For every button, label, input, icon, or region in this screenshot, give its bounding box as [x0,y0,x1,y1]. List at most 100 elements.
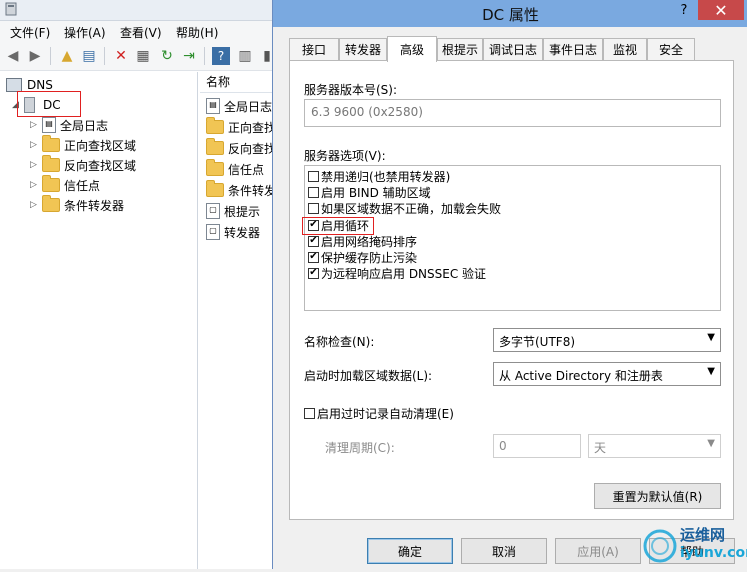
tree-item-reverse-zones[interactable]: ▷ 反向查找区域 [30,155,137,174]
server-options-label: 服务器选项(V): [304,149,386,163]
close-button[interactable]: ✕ [698,0,744,20]
forward-icon[interactable]: ▶ [26,47,44,65]
checkbox[interactable] [308,170,319,182]
back-icon[interactable]: ◀ [4,47,22,65]
toolbar-separator [50,47,51,65]
cleanup-period-input[interactable]: 0 [493,434,581,458]
option-bind-secondaries[interactable]: 启用 BIND 辅助区域 [308,184,431,200]
list-item-label: 正向查找 [228,120,277,135]
advanced-tab-panel: 服务器版本号(S): 6.3 9600 (0x2580) 服务器选项(V): 禁… [289,60,734,520]
server-options-list: 禁用递归(也禁用转发器) 启用 BIND 辅助区域 如果区域数据不正确，加载会失… [304,165,721,311]
collapsed-arrow-icon[interactable]: ▷ [30,160,42,170]
apply-button[interactable]: 应用(A) [555,538,641,564]
chevron-down-icon: ▼ [707,332,715,343]
option-netmask-ordering[interactable]: ✔ 启用网络掩码排序 [308,233,417,249]
log-icon: ▤ [42,117,56,133]
folder-icon [206,117,224,134]
list-item[interactable]: ▤ 全局日志 [206,96,272,116]
tab-security[interactable]: 安全 [647,38,695,60]
collapsed-arrow-icon[interactable]: ▷ [30,180,42,190]
menu-file[interactable]: 文件(F) [10,24,50,41]
tab-root-hints[interactable]: 根提示 [437,38,483,60]
option-fail-on-load[interactable]: 如果区域数据不正确，加载会失败 [308,200,501,216]
folder-icon [42,155,60,172]
site-watermark: 运维网 iyunv.com [640,520,747,569]
option-dnssec-validation[interactable]: ✔ 为远程响应启用 DNSSEC 验证 [308,265,486,281]
up-folder-icon[interactable]: ▲ [58,47,76,65]
tab-event-logging[interactable]: 事件日志 [543,38,603,60]
tab-interfaces[interactable]: 接口 [289,38,339,60]
tree-item-global-log[interactable]: ▷ ▤ 全局日志 [30,116,108,134]
tree-item-label: 正向查找区域 [64,138,137,153]
refresh-icon[interactable]: ↻ [158,47,176,65]
list-item[interactable]: 正向查找 [206,117,276,137]
option-label: 启用过时记录自动清理(E) [317,406,454,421]
option-disable-recursion[interactable]: 禁用递归(也禁用转发器) [308,168,450,184]
tree-item-trust-points[interactable]: ▷ 信任点 [30,175,100,194]
checkbox-checked[interactable]: ✔ [308,267,319,279]
toolbar-separator [104,47,105,65]
collapsed-arrow-icon[interactable]: ▷ [30,140,42,150]
dc-highlight-box [17,91,81,117]
ok-button[interactable]: 确定 [367,538,453,564]
tab-monitoring[interactable]: 监视 [603,38,647,60]
collapsed-arrow-icon[interactable]: ▷ [30,200,42,210]
title-help-button[interactable]: ? [671,0,697,20]
load-zone-data-select[interactable]: 从 Active Directory 和注册表 ▼ [493,362,721,386]
root-hints-icon: ▢ [206,203,220,219]
watermark-line1: 运维网 [680,526,726,544]
folder-icon [42,175,60,192]
details-pane: 名称 ▤ 全局日志 正向查找 反向查找 信任点 条件转发 ▢ 根提示 ▢ 转发器 [200,72,280,569]
help-icon[interactable]: ? [212,47,230,65]
checkbox-checked[interactable]: ✔ [308,251,319,263]
chevron-down-icon: ▼ [707,366,715,377]
name-checking-label: 名称检查(N): [304,335,375,349]
delete-icon[interactable]: ✕ [112,47,130,65]
list-item-label: 反向查找 [228,141,277,156]
dns-icon [6,78,22,92]
tab-debug-logging[interactable]: 调试日志 [483,38,543,60]
reset-to-default-button[interactable]: 重置为默认值(R) [594,483,721,509]
name-checking-select[interactable]: 多字节(UTF8) ▼ [493,328,721,352]
dns-manager-titlebar [0,0,280,21]
checkbox[interactable] [308,202,319,214]
cancel-button[interactable]: 取消 [461,538,547,564]
tree-item-label: 全局日志 [60,118,109,133]
tab-forwarders[interactable]: 转发器 [339,38,387,60]
checkbox[interactable] [308,186,319,198]
list-item[interactable]: ▢ 根提示 [206,201,260,221]
option-label: 保护缓存防止污染 [321,250,418,265]
forwarders-icon: ▢ [206,224,220,240]
select-value: 从 Active Directory 和注册表 [499,369,663,383]
view-icon[interactable]: ▥ [236,47,254,65]
tree-item-conditional-forwarders[interactable]: ▷ 条件转发器 [30,195,124,214]
select-value: 多字节(UTF8) [499,335,576,349]
list-item-label: 转发器 [224,225,261,240]
collapsed-arrow-icon[interactable]: ▷ [30,120,42,130]
tree-item-label: 反向查找区域 [64,158,137,173]
cleanup-unit-select[interactable]: 天 ▼ [588,434,721,458]
list-item[interactable]: 条件转发 [206,180,276,200]
option-secure-cache[interactable]: ✔ 保护缓存防止污染 [308,249,417,265]
list-item[interactable]: 信任点 [206,159,264,179]
column-header-name[interactable]: 名称 [200,72,280,93]
option-label: 启用 BIND 辅助区域 [321,185,431,200]
checkbox-checked[interactable]: ✔ [308,235,319,247]
tab-advanced[interactable]: 高级 [387,36,437,62]
show-tree-icon[interactable]: ▤ [80,47,98,65]
export-icon[interactable]: ⇥ [180,47,198,65]
properties-icon[interactable]: ▦ [134,47,152,65]
option-enable-scavenging[interactable]: 启用过时记录自动清理(E) [304,405,454,421]
menu-view[interactable]: 查看(V) [120,24,162,41]
menu-help[interactable]: 帮助(H) [176,24,218,41]
menu-action[interactable]: 操作(A) [64,24,106,41]
checkbox[interactable] [304,407,315,419]
list-item[interactable]: 反向查找 [206,138,276,158]
load-zone-data-label: 启动时加载区域数据(L): [304,369,433,383]
option-label: 为远程响应启用 DNSSEC 验证 [321,266,487,281]
log-icon: ▤ [206,98,220,114]
list-item[interactable]: ▢ 转发器 [206,222,260,242]
tree-item-forward-zones[interactable]: ▷ 正向查找区域 [30,135,137,154]
option-label: 如果区域数据不正确，加载会失败 [321,201,502,216]
server-version-field: 6.3 9600 (0x2580) [304,99,721,127]
